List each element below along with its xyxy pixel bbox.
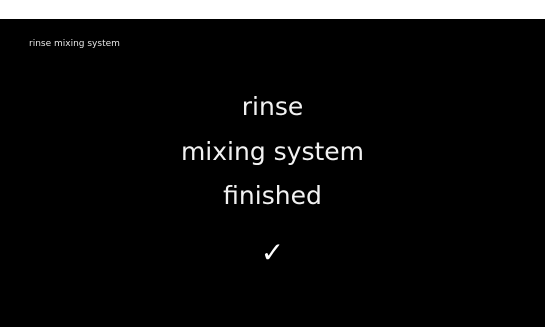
screen-title: rinse mixing system [29,39,120,49]
message-line-rinse: rinse [241,92,304,121]
message-line-finished: finished [223,181,322,210]
message-line-mixing-system: mixing system [180,137,365,166]
display-screen: rinse mixing system rinse mixing system … [0,19,545,327]
top-strip [0,0,545,19]
checkmark-icon: ✓ [260,236,285,269]
